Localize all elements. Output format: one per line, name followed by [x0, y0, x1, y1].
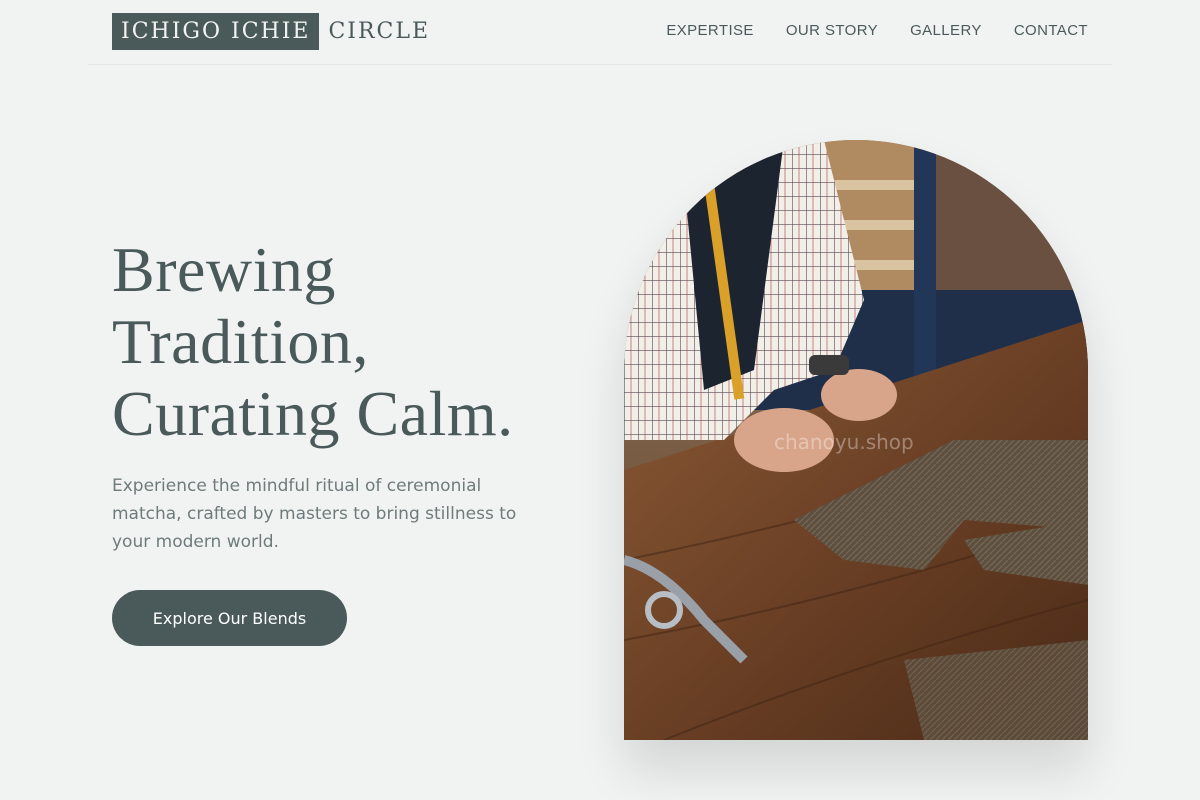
- headline-line-2: Tradition,: [112, 306, 369, 377]
- site-header: ICHIGO ICHIE CIRCLE EXPERTISE OUR STORY …: [88, 0, 1112, 65]
- hero-subtext: Experience the mindful ritual of ceremon…: [112, 476, 517, 552]
- main-nav: EXPERTISE OUR STORY GALLERY CONTACT: [666, 22, 1088, 39]
- headline-line-1: Brewing: [112, 234, 336, 305]
- nav-item-expertise[interactable]: EXPERTISE: [666, 22, 754, 39]
- nav-item-our-story[interactable]: OUR STORY: [786, 22, 878, 39]
- site-logo[interactable]: ICHIGO ICHIE CIRCLE: [112, 13, 430, 50]
- hero-headline: Brewing Tradition, Curating Calm.: [112, 234, 582, 450]
- image-watermark: chanoyu.shop: [774, 430, 914, 454]
- headline-line-3: Curating Calm.: [112, 378, 514, 449]
- nav-item-contact[interactable]: CONTACT: [1014, 22, 1088, 39]
- logo-rest-text: CIRCLE: [328, 19, 431, 44]
- hero-image: chanoyu.shop: [624, 140, 1088, 740]
- explore-blends-button[interactable]: Explore Our Blends: [112, 590, 347, 646]
- hero-text-block: Brewing Tradition, Curating Calm. Experi…: [112, 234, 582, 556]
- logo-box-text: ICHIGO ICHIE: [112, 13, 320, 50]
- nav-item-gallery[interactable]: GALLERY: [910, 22, 982, 39]
